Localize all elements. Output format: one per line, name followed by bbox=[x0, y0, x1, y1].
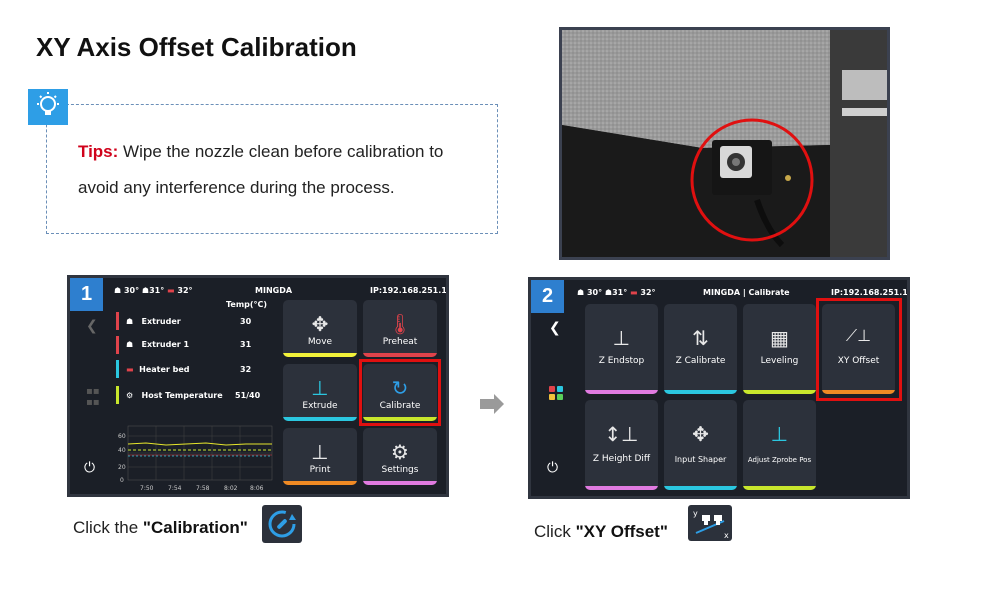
apps-icon[interactable]: ▪▪ ▪▪ bbox=[86, 386, 100, 408]
tile-adjust-zprobe[interactable]: ⊥ Adjust Zprobe Pos bbox=[743, 400, 816, 490]
temp-value: 31 bbox=[240, 340, 252, 349]
y-tick: 20 bbox=[118, 464, 126, 471]
x-tick: 7:50 bbox=[140, 485, 154, 492]
tile-leveling[interactable]: ▦ Leveling bbox=[743, 304, 816, 394]
move-arrows-icon: ✥ bbox=[692, 422, 709, 446]
lightbulb-icon bbox=[28, 89, 68, 125]
bed-icon: ▬ bbox=[167, 286, 175, 295]
back-icon[interactable]: ❮ bbox=[86, 318, 98, 334]
y-tick: 40 bbox=[118, 447, 126, 454]
tile-preheat[interactable]: 🌡 Preheat bbox=[363, 300, 437, 357]
temp-value: 32 bbox=[240, 365, 252, 374]
xy-offset-icon: y x bbox=[688, 505, 732, 541]
x-tick: 8:02 bbox=[224, 485, 238, 492]
tile-extrude[interactable]: ⊥ Extrude bbox=[283, 364, 357, 421]
page-title: XY Axis Offset Calibration bbox=[36, 32, 357, 62]
row-color-stripe bbox=[116, 336, 119, 354]
print-icon: ⊥ bbox=[311, 440, 329, 464]
gear-icon: ⚙ bbox=[391, 440, 409, 464]
bed-icon: ▬ bbox=[630, 288, 638, 297]
y-tick: 0 bbox=[120, 477, 124, 484]
calibrate-icon bbox=[262, 505, 302, 543]
printer-screen-home: ☗ 30° ☗31° ▬ 32° MINGDA IP:192.168.251.1… bbox=[67, 275, 449, 497]
svg-text:y: y bbox=[693, 509, 698, 518]
temp-row-host: ⚙ Host Temperature bbox=[126, 391, 223, 400]
device-name: MINGDA | Calibrate bbox=[703, 288, 790, 297]
tip-body: Wipe the nozzle clean before calibration… bbox=[78, 142, 444, 197]
highlight-box bbox=[359, 359, 441, 426]
hotend-icon: ☗ bbox=[141, 286, 150, 295]
z-calibrate-icon: ⇅ bbox=[692, 326, 709, 350]
row-color-stripe bbox=[116, 360, 119, 378]
temp-header: Temp(°C) bbox=[226, 300, 268, 309]
tile-z-height-diff[interactable]: ↕⊥ Z Height Diff bbox=[585, 400, 658, 490]
temp-row-extruder: ☗ Extruder bbox=[126, 317, 181, 326]
caption-step1: Click the "Calibration" bbox=[73, 518, 248, 537]
temperature-graph: 60 40 20 0 7:50 7:54 7:58 8:02 8:06 bbox=[116, 422, 276, 492]
z-endstop-icon: ⊥ bbox=[612, 326, 631, 350]
row-color-stripe bbox=[116, 386, 119, 404]
temp-status-bar: ☗ 30° ☗31° ▬ 32° bbox=[114, 286, 193, 295]
step-badge: 1 bbox=[70, 278, 103, 311]
temp-row-heater-bed: ▬ Heater bed bbox=[126, 365, 190, 374]
y-tick: 60 bbox=[118, 433, 126, 440]
x-tick: 8:06 bbox=[250, 485, 264, 492]
tile-z-calibrate[interactable]: ⇅ Z Calibrate bbox=[664, 304, 737, 394]
ip-address: IP:192.168.251.121 bbox=[831, 288, 908, 297]
x-tick: 7:58 bbox=[196, 485, 210, 492]
power-icon[interactable]: ⏻ bbox=[547, 460, 558, 476]
hotend-icon: ☗ bbox=[604, 288, 613, 297]
step-badge: 2 bbox=[531, 280, 564, 313]
thermometer-icon: 🌡 bbox=[387, 312, 413, 336]
hotend-icon: ☗ bbox=[114, 286, 122, 295]
tip-label: Tips: bbox=[78, 142, 119, 161]
svg-text:x: x bbox=[724, 531, 729, 540]
tile-print[interactable]: ⊥ Print bbox=[283, 428, 357, 485]
temp-value: 51/40 bbox=[235, 391, 261, 400]
tile-input-shaper[interactable]: ✥ Input Shaper bbox=[664, 400, 737, 490]
printer-screen-calibrate: 2 ☗ 30° ☗31° ▬ 32° MINGDA | Calibrate IP… bbox=[528, 277, 910, 499]
zprobe-icon: ⊥ bbox=[770, 422, 789, 446]
back-icon[interactable]: ❮ bbox=[549, 320, 561, 336]
tile-z-endstop[interactable]: ⊥ Z Endstop bbox=[585, 304, 658, 394]
temp-row-extruder1: ☗ Extruder 1 bbox=[126, 340, 190, 349]
power-icon[interactable]: ⏻ bbox=[84, 460, 95, 476]
hotend-icon: ☗ bbox=[577, 288, 585, 297]
caption-step2: Click "XY Offset" bbox=[534, 522, 668, 541]
z-height-diff-icon: ↕⊥ bbox=[604, 422, 639, 446]
probe-photo bbox=[559, 27, 890, 260]
ip-address: IP:192.168.251.121 bbox=[370, 286, 447, 295]
grid-icon: ▦ bbox=[770, 326, 789, 350]
tile-settings[interactable]: ⚙ Settings bbox=[363, 428, 437, 485]
tip-text: Tips: Wipe the nozzle clean before calib… bbox=[78, 134, 488, 206]
x-tick: 7:54 bbox=[168, 485, 182, 492]
highlight-box bbox=[816, 298, 902, 401]
temp-status-bar: ☗ 30° ☗31° ▬ 32° bbox=[577, 288, 656, 297]
row-color-stripe bbox=[116, 312, 119, 330]
tile-move[interactable]: ✥ Move bbox=[283, 300, 357, 357]
device-name: MINGDA bbox=[255, 286, 293, 295]
temp-value: 30 bbox=[240, 317, 252, 326]
move-arrows-icon: ✥ bbox=[311, 312, 329, 336]
arrow-right-icon bbox=[480, 392, 508, 416]
extruder-icon: ⊥ bbox=[311, 376, 329, 400]
apps-icon[interactable] bbox=[549, 386, 563, 404]
